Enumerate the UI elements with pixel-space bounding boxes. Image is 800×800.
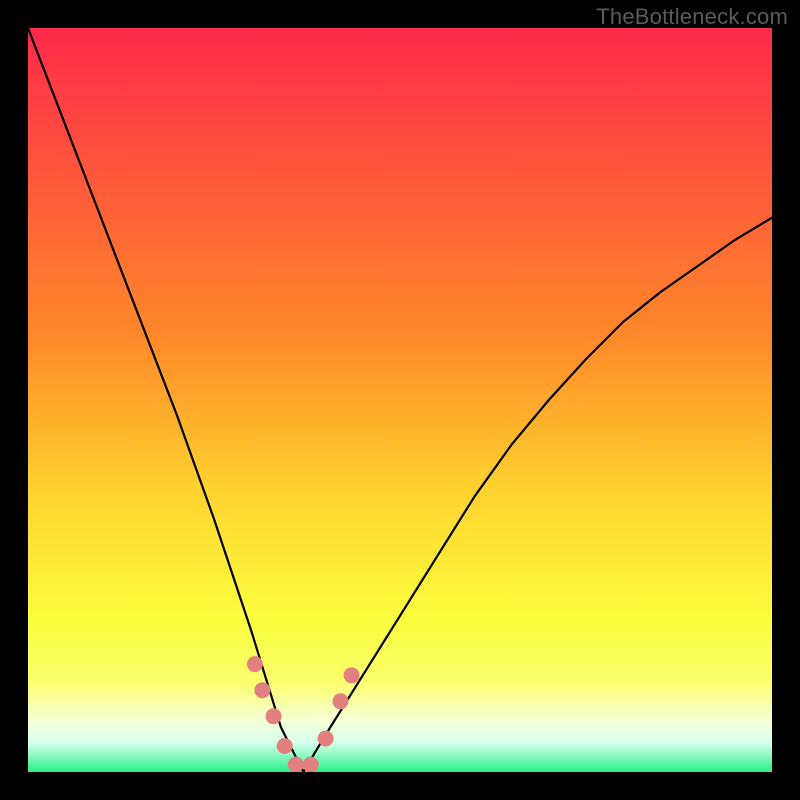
curve-marker <box>303 757 319 772</box>
chart-foreground <box>28 28 772 772</box>
bottleneck-curve <box>28 28 772 772</box>
curve-marker <box>277 738 293 754</box>
chart-frame: TheBottleneck.com <box>0 0 800 800</box>
curve-marker <box>333 693 349 709</box>
curve-marker <box>266 708 282 724</box>
curve-marker <box>318 731 334 747</box>
curve-marker <box>254 682 270 698</box>
curve-marker <box>344 667 360 683</box>
curve-marker <box>247 656 263 672</box>
watermark-text: TheBottleneck.com <box>596 4 788 30</box>
curve-marker <box>288 757 304 772</box>
plot-area <box>28 28 772 772</box>
